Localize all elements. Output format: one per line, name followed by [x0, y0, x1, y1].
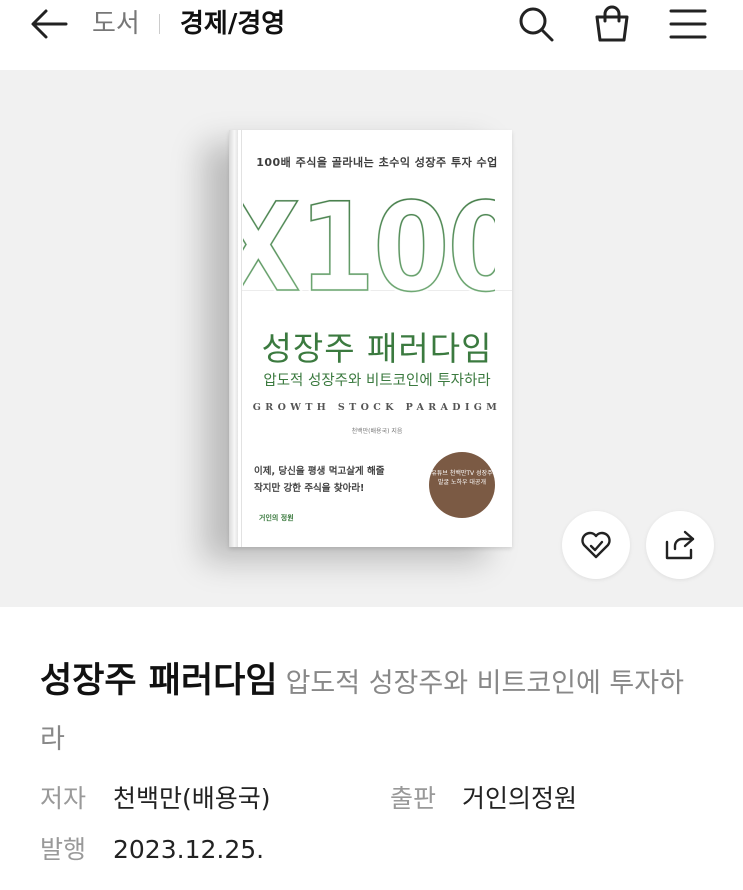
cover-title: 성장주 패러다임 — [261, 329, 493, 368]
product-image-area: 100배 주식을 골라내는 초수익 성장주 투자 수업 X100 X100 X1… — [0, 70, 743, 607]
publisher-label: 출판 — [390, 784, 437, 813]
search-button[interactable] — [514, 2, 558, 46]
cover-pitch: 이제, 당신을 평생 먹고살게 해줄 작지만 강한 주식을 찾아라! — [254, 463, 424, 497]
cover-subtitle: 압도적 성장주와 비트코인에 투자하라 — [263, 373, 491, 389]
author-label: 저자 — [40, 784, 87, 813]
back-button[interactable] — [26, 4, 70, 44]
cover-badge-text: 유튜브 천백만TV 성장주 발굴 노하우 대공개 — [431, 470, 493, 486]
breadcrumb-category-current[interactable]: 경제/경영 — [180, 4, 285, 44]
book-spine — [229, 130, 238, 547]
like-button[interactable] — [562, 511, 630, 579]
publish-date-label: 발행 — [40, 835, 87, 864]
cover-x100-logo: X100 X100 X100 — [243, 180, 495, 296]
breadcrumb-divider — [159, 14, 160, 34]
cover-english-title: GROWTH STOCK PARADIGM — [252, 402, 502, 413]
search-icon — [519, 7, 554, 42]
author-value[interactable]: 천백만(배용국) — [113, 781, 271, 817]
back-arrow-icon — [31, 9, 68, 39]
top-navigation-bar: 도서 경제/경영 — [0, 0, 743, 70]
cover-publisher-mark: 거인의 정원 — [259, 514, 294, 522]
share-button[interactable] — [646, 511, 714, 579]
cover-pitch-line: 작지만 강한 주식을 찾아라! — [254, 483, 365, 494]
shopping-bag-icon — [595, 5, 629, 42]
menu-button[interactable] — [666, 2, 710, 46]
hamburger-menu-icon — [669, 9, 707, 39]
product-title: 성장주 패러다임 — [40, 661, 278, 701]
cover-badge: 유튜브 천백만TV 성장주 발굴 노하우 대공개 — [429, 452, 495, 518]
cover-tagline: 100배 주식을 골라내는 초수익 성장주 투자 수업 — [256, 156, 498, 169]
breadcrumb-category-books[interactable]: 도서 — [92, 4, 140, 44]
cover-logo-core-line: X100 — [243, 180, 495, 296]
heart-icon — [581, 531, 611, 559]
product-page: 도서 경제/경영 100배 주식을 골라내는 초수익 성장주 투자 수업 X10… — [0, 0, 743, 890]
shopping-bag-button[interactable] — [590, 2, 634, 46]
product-title-block: 성장주 패러다임 압도적 성장주와 비트코인에 투자하라 — [40, 653, 700, 768]
cover-author-line: 천백만(배용국) 지음 — [351, 428, 403, 435]
cover-pitch-line: 이제, 당신을 평생 먹고살게 해줄 — [254, 466, 385, 477]
book-cover-image[interactable]: 100배 주식을 골라내는 초수익 성장주 투자 수업 X100 X100 X1… — [229, 130, 512, 547]
publish-date-value: 2023.12.25. — [113, 835, 265, 864]
share-icon — [665, 530, 695, 560]
publisher-value[interactable]: 거인의정원 — [462, 781, 577, 817]
